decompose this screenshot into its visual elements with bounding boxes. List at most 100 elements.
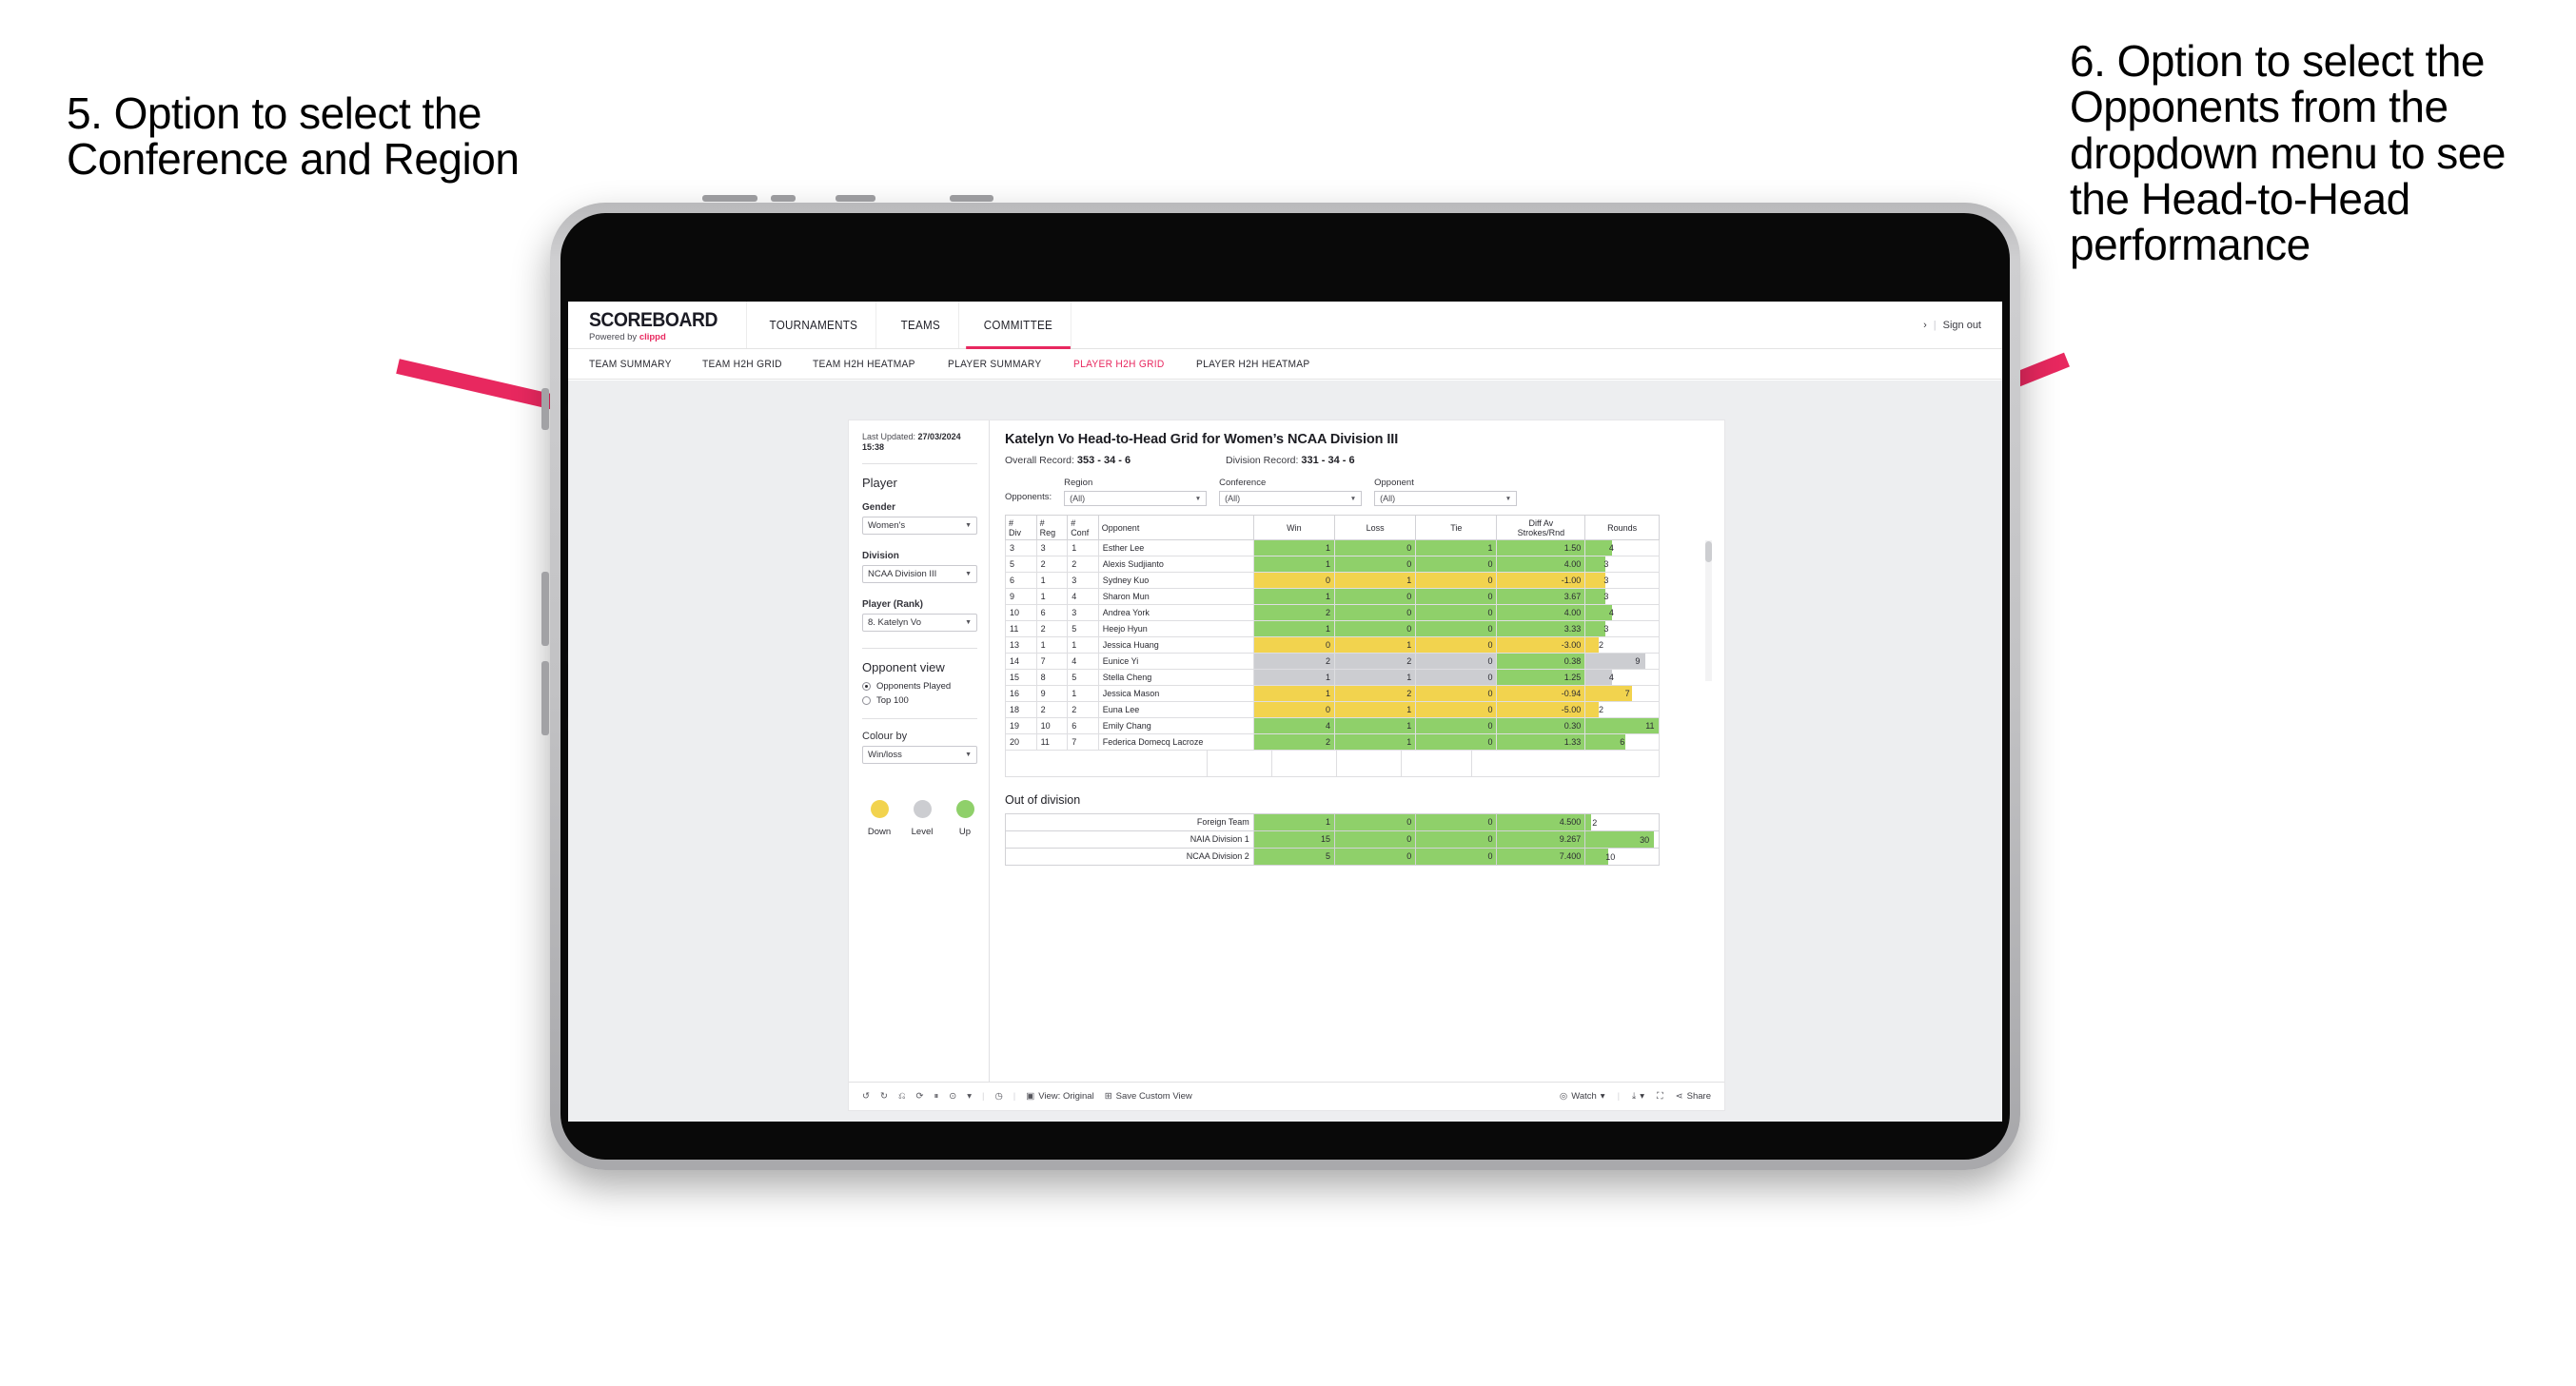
colour-by-select[interactable]: Win/loss ▼ [862, 745, 977, 764]
player-rank-label: Player (Rank) [862, 598, 923, 610]
cell-win: 1 [1252, 813, 1335, 831]
chevron-down-icon[interactable]: ▾ [967, 1091, 972, 1102]
cell-loss: 0 [1333, 588, 1417, 605]
subnav-team-h2h-heatmap[interactable]: TEAM H2H HEATMAP [813, 359, 915, 370]
table-row[interactable]: 6 1 3 Sydney Kuo 0 1 0 -1.00 3 [1005, 572, 1660, 589]
cell-loss: 0 [1333, 848, 1417, 866]
device-top-nub [950, 195, 993, 202]
volume-up-button[interactable] [541, 572, 549, 646]
table-row[interactable]: 10 6 3 Andrea York 2 0 0 4.00 4 [1005, 604, 1660, 621]
radio-top-100[interactable]: Top 100 [862, 695, 977, 706]
cell-rounds: 2 [1584, 636, 1660, 654]
cell-reg: 11 [1035, 733, 1069, 751]
redo-icon[interactable]: ↻ [880, 1091, 888, 1102]
alerts-icon[interactable]: ◷ [995, 1091, 1003, 1102]
custom-views-icon[interactable]: ⊙ [949, 1091, 956, 1102]
subnav-player-h2h-heatmap[interactable]: PLAYER H2H HEATMAP [1196, 359, 1309, 370]
toolbar-separator: | [1617, 1091, 1621, 1102]
volume-down-button[interactable] [541, 661, 549, 735]
table-row[interactable]: 11 2 5 Heejo Hyun 1 0 0 3.33 3 [1005, 620, 1660, 637]
cell-div: 11 [1005, 620, 1037, 637]
header-separator: | [1933, 319, 1937, 331]
cell-tie: 0 [1415, 653, 1498, 670]
overall-record: Overall Record: 353 - 34 - 6 [1005, 455, 1226, 466]
out-of-division-row[interactable]: NCAA Division 2 5 0 0 7.400 10 [1005, 848, 1660, 866]
logo[interactable]: SCOREBOARD Powered by clippd [568, 302, 747, 348]
cell-tie: 0 [1415, 848, 1498, 866]
subnav-team-h2h-grid[interactable]: TEAM H2H GRID [702, 359, 782, 370]
table-row[interactable]: 16 9 1 Jessica Mason 1 2 0 -0.94 7 [1005, 685, 1660, 702]
viz-main: Katelyn Vo Head-to-Head Grid for Women’s… [990, 420, 1724, 1082]
grid-scrollbar-thumb[interactable] [1705, 541, 1712, 562]
out-of-division-row[interactable]: NAIA Division 1 15 0 0 9.267 30 [1005, 830, 1660, 849]
save-custom-view-button[interactable]: ⊞ Save Custom View [1105, 1091, 1192, 1102]
cell-win: 1 [1252, 685, 1335, 702]
revert-icon[interactable]: ⎌ [898, 1091, 906, 1102]
fullscreen-icon[interactable]: ⛶ [1657, 1091, 1663, 1102]
save-custom-view-label: Save Custom View [1115, 1091, 1192, 1102]
cell-diff: -3.00 [1496, 636, 1586, 654]
device-side-button[interactable] [541, 388, 549, 430]
division-select[interactable]: NCAA Division III ▼ [862, 564, 977, 583]
cell-div: 9 [1005, 588, 1037, 605]
cell-div: 14 [1005, 653, 1037, 670]
subnav-player-h2h-grid[interactable]: PLAYER H2H GRID [1073, 359, 1165, 370]
table-row[interactable]: 20 11 7 Federica Domecq Lacroze 2 1 0 1.33 6 [1005, 733, 1660, 751]
subnav-player-summary[interactable]: PLAYER SUMMARY [948, 359, 1041, 370]
division-record: Division Record: 331 - 34 - 6 [1226, 455, 1446, 466]
cell-tie: 0 [1415, 813, 1498, 831]
cell-diff: 3.33 [1496, 620, 1586, 637]
cell-loss: 0 [1333, 620, 1417, 637]
filter-conference-select[interactable]: (All) ▼ [1219, 491, 1363, 506]
device-top-nub [771, 195, 796, 202]
subnav-team-summary[interactable]: TEAM SUMMARY [589, 359, 672, 370]
chevron-down-icon: ▼ [1504, 495, 1512, 502]
cell-opponent: Andrea York [1097, 604, 1254, 621]
filter-region-select[interactable]: (All) ▼ [1064, 491, 1208, 506]
table-row[interactable]: 14 7 4 Eunice Yi 2 2 0 0.38 9 [1005, 653, 1660, 670]
cell-group-name: NAIA Division 1 [1005, 830, 1254, 849]
share-button[interactable]: ⋖ Share [1676, 1091, 1711, 1102]
device-top-nub [702, 195, 757, 202]
radio-icon [862, 695, 871, 705]
undo-icon[interactable]: ↺ [862, 1091, 870, 1102]
cell-rounds: 2 [1584, 813, 1660, 831]
refresh-data-icon[interactable]: ⟳ [916, 1091, 924, 1102]
top-nav-tournaments[interactable]: TOURNAMENTS [752, 302, 876, 348]
legend-dot-down-icon [870, 799, 889, 818]
h2h-grid-wrapper: # Div # Reg # Conf Opponent Win Loss Tie Di… [1005, 515, 1712, 777]
view-icon: ▣ [1026, 1091, 1035, 1102]
table-row[interactable]: 3 3 1 Esther Lee 1 0 1 1.50 4 [1005, 539, 1660, 556]
cell-tie: 0 [1415, 636, 1498, 654]
watch-button[interactable]: ◎ Watch ▾ [1560, 1091, 1605, 1102]
radio-opponents-played[interactable]: Opponents Played [862, 681, 977, 692]
top-nav-teams[interactable]: TEAMS [883, 302, 959, 348]
cell-tie: 0 [1415, 572, 1498, 589]
cell-win: 1 [1252, 588, 1335, 605]
viz-toolbar: ↺ ↻ ⎌ ⟳ ⏸ ⊙ ▾ | ◷ | ▣ View: Original ⊞ Sav… [849, 1082, 1724, 1110]
annotation-left: 5. Option to select the Conference and R… [67, 88, 520, 185]
gender-select[interactable]: Women's ▼ [862, 516, 977, 535]
cell-opponent: Jessica Mason [1097, 685, 1254, 702]
table-row[interactable]: 9 1 4 Sharon Mun 1 0 0 3.67 3 [1005, 588, 1660, 605]
gender-value: Women's [868, 519, 906, 531]
filters-row: Opponents: Region (All) ▼ Conference (Al… [1005, 478, 1711, 506]
pause-updates-icon[interactable]: ⏸ [934, 1091, 939, 1102]
table-row[interactable]: 13 1 1 Jessica Huang 0 1 0 -3.00 2 [1005, 636, 1660, 654]
top-nav-committee[interactable]: COMMITTEE [966, 302, 1072, 349]
sign-out-link[interactable]: Sign out [1943, 320, 1981, 331]
table-row[interactable]: 19 10 6 Emily Chang 4 1 0 0.30 11 [1005, 717, 1660, 734]
table-row[interactable]: 18 2 2 Euna Lee 0 1 0 -5.00 2 [1005, 701, 1660, 718]
cell-loss: 1 [1333, 717, 1417, 734]
cell-opponent: Alexis Sudjianto [1097, 556, 1254, 573]
division-label: Division [862, 550, 899, 561]
table-row[interactable]: 15 8 5 Stella Cheng 1 1 0 1.25 4 [1005, 669, 1660, 686]
download-button[interactable]: ⤓ ▾ [1632, 1091, 1644, 1102]
table-row[interactable]: 5 2 2 Alexis Sudjianto 1 0 0 4.00 3 [1005, 556, 1660, 573]
cell-div: 3 [1005, 539, 1037, 556]
filter-opponent-select[interactable]: (All) ▼ [1374, 491, 1518, 506]
out-of-division-row[interactable]: Foreign Team 1 0 0 4.500 2 [1005, 813, 1660, 831]
view-original-button[interactable]: ▣ View: Original [1026, 1091, 1093, 1102]
chevron-right-icon[interactable]: › [1923, 320, 1927, 331]
player-rank-select[interactable]: 8. Katelyn Vo ▼ [862, 613, 977, 632]
